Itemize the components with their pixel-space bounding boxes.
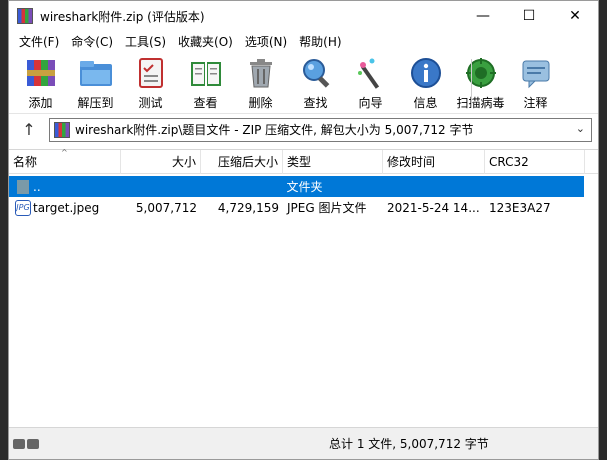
extract-to-button[interactable]: 解压到 — [68, 55, 123, 111]
column-type[interactable]: 类型 — [283, 150, 383, 174]
chevron-down-icon[interactable]: ⌄ — [576, 122, 585, 135]
find-label: 查找 — [303, 96, 328, 110]
view-book-icon — [187, 55, 225, 91]
key-icon[interactable] — [27, 438, 39, 449]
maximize-button[interactable]: ☐ — [506, 1, 552, 31]
wizard-button[interactable]: 向导 — [343, 55, 398, 111]
magnifier-icon — [297, 55, 335, 91]
column-header: ^ 名称 大小 压缩后大小 类型 修改时间 CRC32 — [9, 148, 598, 174]
menu-options[interactable]: 选项(N) — [239, 31, 293, 53]
status-bar: 总计 1 文件, 5,007,712 字节 — [9, 427, 598, 459]
view-button[interactable]: 查看 — [178, 55, 233, 111]
menu-help[interactable]: 帮助(H) — [293, 31, 347, 53]
wizard-wand-icon — [352, 55, 390, 91]
column-crc32[interactable]: CRC32 — [485, 150, 585, 174]
toolbar-separator — [471, 59, 472, 107]
file-list: ^ 名称 大小 压缩后大小 类型 修改时间 CRC32 .. 文件夹 JPG t… — [9, 148, 598, 429]
add-label: 添加 — [28, 96, 53, 110]
comment-button[interactable]: 注释 — [508, 55, 563, 111]
sort-ascending-icon: ^ — [61, 148, 68, 157]
column-size[interactable]: 大小 — [121, 150, 201, 174]
jpeg-file-icon: JPG — [15, 199, 31, 216]
virus-scan-icon — [462, 55, 500, 91]
add-archive-icon — [22, 55, 60, 91]
wizard-label: 向导 — [358, 96, 383, 110]
list-item-parent-folder[interactable]: .. 文件夹 — [9, 176, 584, 197]
delete-button[interactable]: 删除 — [233, 55, 288, 111]
test-button[interactable]: 测试 — [123, 55, 178, 111]
row-size: 5,007,712 — [135, 200, 197, 215]
folder-icon — [17, 179, 29, 194]
status-summary: 总计 1 文件, 5,007,712 字节 — [329, 437, 489, 451]
winrar-app-icon — [17, 8, 33, 24]
column-modified[interactable]: 修改时间 — [383, 150, 485, 174]
find-button[interactable]: 查找 — [288, 55, 343, 111]
close-button[interactable]: ✕ — [552, 1, 598, 31]
address-path: wireshark附件.zip\题目文件 - ZIP 压缩文件, 解包大小为 5… — [75, 123, 474, 137]
row-name: .. — [33, 179, 41, 194]
toolbar: 添加 解压到 测试 查看 删除 查找 向导 信息 扫描病毒 注释 — [9, 53, 598, 113]
menu-file[interactable]: 文件(F) — [13, 31, 65, 53]
delete-label: 删除 — [248, 96, 273, 110]
scan-virus-button[interactable]: 扫描病毒 — [453, 55, 508, 111]
row-packed-size: 4,729,159 — [217, 200, 279, 215]
archive-icon — [54, 121, 70, 138]
extract-folder-icon — [77, 55, 115, 91]
window-title: wireshark附件.zip (评估版本) — [40, 9, 205, 24]
menu-bar: 文件(F) 命令(C) 工具(S) 收藏夹(O) 选项(N) 帮助(H) — [9, 31, 598, 53]
info-icon — [407, 55, 445, 91]
test-label: 测试 — [138, 96, 163, 110]
comment-icon — [517, 55, 555, 91]
scan-virus-label: 扫描病毒 — [456, 96, 505, 110]
comment-label: 注释 — [523, 96, 548, 110]
test-checklist-icon — [132, 55, 170, 91]
trash-icon — [242, 55, 280, 91]
minimize-button[interactable]: — — [460, 1, 506, 31]
info-button[interactable]: 信息 — [398, 55, 453, 111]
address-bar: ↑ wireshark附件.zip\题目文件 - ZIP 压缩文件, 解包大小为… — [9, 113, 598, 145]
row-modified: 2021-5-24 14... — [387, 200, 480, 215]
menu-tools[interactable]: 工具(S) — [119, 31, 172, 53]
title-bar: wireshark附件.zip (评估版本) — ☐ ✕ — [9, 1, 598, 31]
add-button[interactable]: 添加 — [13, 55, 68, 111]
menu-favorites[interactable]: 收藏夹(O) — [172, 31, 239, 53]
drive-icon[interactable] — [13, 438, 25, 449]
up-arrow-icon[interactable]: ↑ — [9, 120, 49, 139]
address-field[interactable]: wireshark附件.zip\题目文件 - ZIP 压缩文件, 解包大小为 5… — [49, 117, 592, 142]
list-item-target-jpeg[interactable]: JPG target.jpeg 5,007,712 4,729,159 JPEG… — [9, 197, 598, 218]
row-type: JPEG 图片文件 — [287, 201, 367, 215]
menu-commands[interactable]: 命令(C) — [65, 31, 119, 53]
row-type: 文件夹 — [286, 180, 323, 194]
extract-to-label: 解压到 — [77, 96, 114, 110]
column-packed-size[interactable]: 压缩后大小 — [201, 150, 283, 174]
info-label: 信息 — [413, 96, 438, 110]
view-label: 查看 — [193, 96, 218, 110]
winrar-window: wireshark附件.zip (评估版本) — ☐ ✕ 文件(F) 命令(C)… — [8, 0, 599, 460]
row-name: target.jpeg — [33, 200, 100, 215]
row-crc32: 123E3A27 — [489, 200, 551, 215]
